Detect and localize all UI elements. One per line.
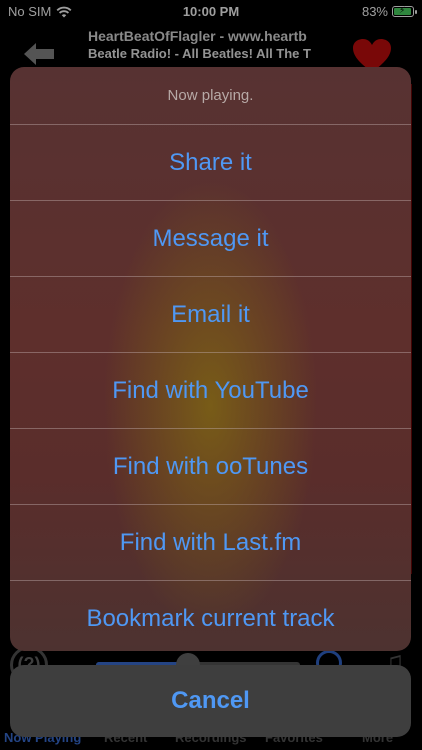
action-sheet: Now playing. Share it Message it Email i…: [10, 67, 411, 651]
share-it-option[interactable]: Share it: [10, 125, 411, 201]
cancel-button[interactable]: Cancel: [10, 665, 411, 737]
find-with-lastfm-option[interactable]: Find with Last.fm: [10, 505, 411, 581]
message-it-option[interactable]: Message it: [10, 201, 411, 277]
find-with-youtube-option[interactable]: Find with YouTube: [10, 353, 411, 429]
action-sheet-title: Now playing.: [10, 67, 411, 125]
email-it-option[interactable]: Email it: [10, 277, 411, 353]
find-with-ootunes-option[interactable]: Find with ooTunes: [10, 429, 411, 505]
bookmark-track-option[interactable]: Bookmark current track: [10, 581, 411, 651]
